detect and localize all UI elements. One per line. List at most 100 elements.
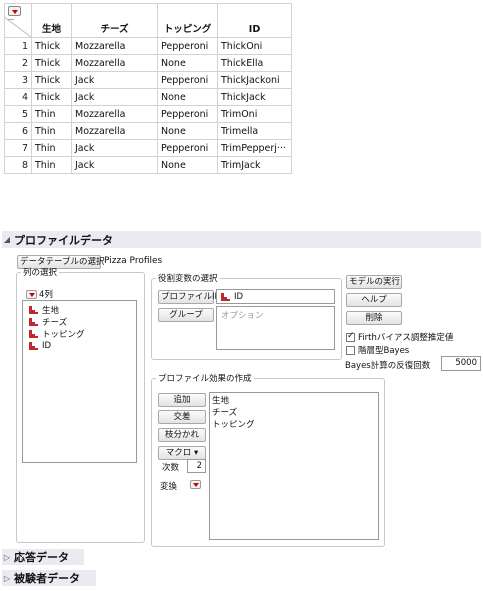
cell-cheese[interactable]: Mozzarella bbox=[71, 105, 158, 123]
bayes-checkbox[interactable] bbox=[346, 345, 355, 355]
table-corner bbox=[4, 3, 32, 38]
effects-listbox[interactable]: 生地 チーズ トッピング bbox=[209, 392, 379, 540]
row-number[interactable]: 5 bbox=[4, 105, 32, 123]
cell-id[interactable]: TrimOni bbox=[217, 105, 292, 123]
remove-button[interactable]: 削除 bbox=[346, 311, 402, 325]
iterations-label: Bayes計算の反復回数 bbox=[345, 361, 431, 371]
nominal-column-icon bbox=[29, 342, 38, 350]
cell-cheese[interactable]: Mozzarella bbox=[71, 122, 158, 140]
column-header-id[interactable]: ID bbox=[217, 3, 292, 38]
nominal-column-icon bbox=[29, 306, 38, 314]
row-number[interactable]: 3 bbox=[4, 71, 32, 89]
cell-crust[interactable]: Thick bbox=[31, 71, 72, 89]
column-list-icon bbox=[8, 19, 14, 29]
column-header-cheese[interactable]: チーズ bbox=[71, 3, 158, 38]
table-row[interactable]: 8 Thin Jack None TrimJack bbox=[4, 156, 292, 174]
cell-topping[interactable]: None bbox=[157, 122, 218, 140]
table-row[interactable]: 4 Thick Jack None ThickJack bbox=[4, 88, 292, 106]
column-listbox[interactable]: 生地 チーズ トッピング ID bbox=[22, 300, 137, 463]
table-row[interactable]: 1 Thick Mozzarella Pepperoni ThickOni bbox=[4, 37, 292, 55]
cell-crust[interactable]: Thick bbox=[31, 37, 72, 55]
list-item[interactable]: ID bbox=[29, 340, 136, 352]
cell-crust[interactable]: Thick bbox=[31, 88, 72, 106]
cell-id[interactable]: TrimPepperj··· bbox=[217, 139, 292, 157]
cell-id[interactable]: ThickElla bbox=[217, 54, 292, 72]
table-row[interactable]: 5 Thin Mozzarella Pepperoni TrimOni bbox=[4, 105, 292, 123]
cell-topping[interactable]: Pepperoni bbox=[157, 37, 218, 55]
nominal-column-icon bbox=[29, 318, 38, 326]
disclosure-open-icon[interactable]: ◢ bbox=[2, 235, 12, 244]
cell-crust[interactable]: Thin bbox=[31, 122, 72, 140]
cell-crust[interactable]: Thin bbox=[31, 105, 72, 123]
profile-id-field[interactable]: ID bbox=[216, 289, 335, 304]
list-item[interactable]: チーズ bbox=[29, 316, 136, 328]
cell-crust[interactable]: Thin bbox=[31, 139, 72, 157]
cell-id[interactable]: TrimJack bbox=[217, 156, 292, 174]
bayes-option[interactable]: 階層型Bayes bbox=[346, 344, 409, 356]
row-number[interactable]: 8 bbox=[4, 156, 32, 174]
firth-option[interactable]: Firthバイアス調整推定値 bbox=[346, 331, 453, 343]
disclosure-closed-icon[interactable]: ▷ bbox=[2, 574, 12, 583]
cell-cheese[interactable]: Jack bbox=[71, 156, 158, 174]
list-item[interactable]: トッピング bbox=[29, 328, 136, 340]
column-count: 4列 bbox=[39, 290, 53, 300]
add-effect-button[interactable]: 追加 bbox=[158, 393, 206, 407]
cell-topping[interactable]: None bbox=[157, 88, 218, 106]
cell-id[interactable]: ThickJack bbox=[217, 88, 292, 106]
red-triangle-menu-icon[interactable] bbox=[26, 289, 37, 299]
effect-item[interactable]: チーズ bbox=[212, 406, 378, 418]
column-count-row: 4列 bbox=[26, 288, 53, 300]
nest-button[interactable]: 枝分かれ bbox=[158, 428, 206, 442]
table-row[interactable]: 7 Thin Jack Pepperoni TrimPepperj··· bbox=[4, 139, 292, 157]
response-data-header[interactable]: ▷ 応答データ bbox=[2, 549, 84, 565]
firth-checkbox[interactable] bbox=[346, 331, 355, 342]
degree-label: 次数 bbox=[162, 463, 180, 473]
list-item[interactable]: 生地 bbox=[29, 304, 136, 316]
cell-cheese[interactable]: Jack bbox=[71, 88, 158, 106]
cell-topping[interactable]: None bbox=[157, 54, 218, 72]
cell-id[interactable]: ThickOni bbox=[217, 37, 292, 55]
row-number[interactable]: 1 bbox=[4, 37, 32, 55]
red-triangle-menu-icon[interactable] bbox=[8, 6, 21, 16]
cell-cheese[interactable]: Mozzarella bbox=[71, 54, 158, 72]
red-triangle-menu-icon[interactable] bbox=[190, 480, 201, 489]
disclosure-closed-icon[interactable]: ▷ bbox=[2, 553, 12, 562]
cell-id[interactable]: Trimella bbox=[217, 122, 292, 140]
help-button[interactable]: ヘルプ bbox=[346, 293, 402, 307]
group-field[interactable]: オプション bbox=[216, 306, 335, 350]
column-header-crust[interactable]: 生地 bbox=[31, 3, 72, 38]
table-row[interactable]: 6 Thin Mozzarella None Trimella bbox=[4, 122, 292, 140]
firth-label: Firthバイアス調整推定値 bbox=[358, 333, 454, 343]
row-number[interactable]: 6 bbox=[4, 122, 32, 140]
cell-cheese[interactable]: Jack bbox=[71, 139, 158, 157]
cell-topping[interactable]: None bbox=[157, 156, 218, 174]
table-row[interactable]: 3 Thick Jack Pepperoni ThickJackoni bbox=[4, 71, 292, 89]
role-variables-legend: 役割変数の選択 bbox=[158, 274, 218, 284]
group-button[interactable]: グループ bbox=[158, 308, 214, 322]
effect-item[interactable]: トッピング bbox=[212, 418, 378, 430]
iterations-input[interactable]: 5000 bbox=[441, 356, 481, 371]
effect-item[interactable]: 生地 bbox=[212, 394, 378, 406]
nominal-column-icon bbox=[29, 330, 38, 338]
cell-topping[interactable]: Pepperoni bbox=[157, 71, 218, 89]
cell-crust[interactable]: Thick bbox=[31, 54, 72, 72]
cross-button[interactable]: 交差 bbox=[158, 410, 206, 424]
row-number[interactable]: 7 bbox=[4, 139, 32, 157]
column-header-topping[interactable]: トッピング bbox=[157, 3, 218, 38]
row-number[interactable]: 4 bbox=[4, 88, 32, 106]
profile-data-outline-header[interactable]: ◢ プロファイルデータ bbox=[2, 231, 481, 248]
macro-button[interactable]: マクロ ▾ bbox=[158, 446, 206, 460]
degree-input[interactable]: 2 bbox=[187, 459, 206, 473]
table-row[interactable]: 2 Thick Mozzarella None ThickElla bbox=[4, 54, 292, 72]
cell-id[interactable]: ThickJackoni bbox=[217, 71, 292, 89]
run-model-button[interactable]: モデルの実行 bbox=[346, 275, 402, 289]
cell-topping[interactable]: Pepperoni bbox=[157, 105, 218, 123]
response-data-title: 応答データ bbox=[14, 551, 69, 564]
profile-id-button[interactable]: プロファイルID bbox=[158, 290, 221, 304]
cell-cheese[interactable]: Jack bbox=[71, 71, 158, 89]
subject-data-header[interactable]: ▷ 被験者データ bbox=[2, 570, 96, 586]
cell-topping[interactable]: Pepperoni bbox=[157, 139, 218, 157]
cell-crust[interactable]: Thin bbox=[31, 156, 72, 174]
cell-cheese[interactable]: Mozzarella bbox=[71, 37, 158, 55]
row-number[interactable]: 2 bbox=[4, 54, 32, 72]
